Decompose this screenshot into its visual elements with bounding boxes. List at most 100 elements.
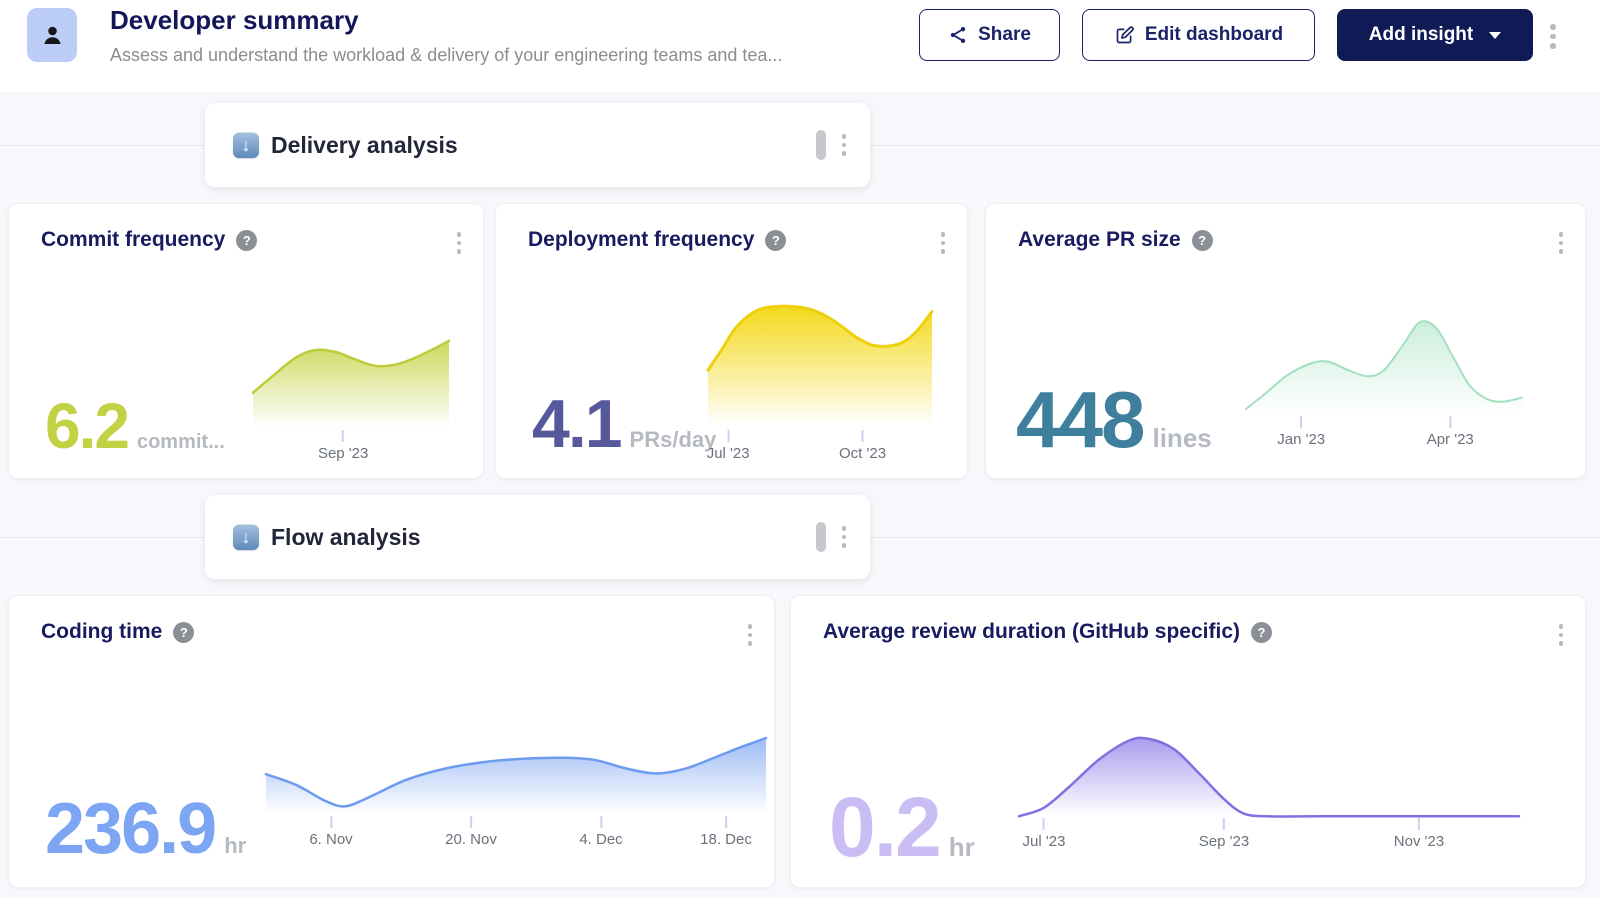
- metric-value: 236.9: [45, 793, 215, 865]
- tick-label: 4. Dec: [579, 831, 622, 848]
- card-more-options-icon[interactable]: [453, 228, 466, 258]
- share-label: Share: [978, 24, 1031, 46]
- section-title: Delivery analysis: [271, 132, 458, 159]
- sparkline-container[interactable]: Jan '23 Apr '23: [1246, 314, 1522, 448]
- card-title: Commit frequency: [41, 228, 225, 252]
- help-icon[interactable]: ?: [1192, 230, 1213, 251]
- tick-mark: [342, 430, 344, 442]
- help-icon[interactable]: ?: [236, 230, 257, 251]
- tick-mark: [330, 816, 332, 828]
- axis-tick: Oct '23: [839, 430, 886, 462]
- header-more-options-icon[interactable]: [1546, 20, 1560, 53]
- insight-card-average-pr-size: Average PR size ? 448 lines Jan '23 Apr '…: [985, 203, 1586, 479]
- down-arrow-emoji-icon: ↓: [233, 524, 259, 550]
- card-title: Average PR size: [1018, 228, 1181, 252]
- card-title: Deployment frequency: [528, 228, 754, 252]
- axis-ticks: Jul '23 Sep '23 Nov '23: [1019, 818, 1519, 850]
- tick-label: Jan '23: [1277, 431, 1325, 448]
- sparkline-container[interactable]: Jul '23 Sep '23 Nov '23: [1019, 732, 1519, 850]
- axis-ticks: Jul '23 Oct '23: [708, 430, 932, 462]
- edit-icon: [1114, 25, 1135, 46]
- card-title: Average review duration (GitHub specific…: [823, 620, 1240, 644]
- card-more-options-icon[interactable]: [744, 620, 757, 650]
- metric-value: 0.2: [829, 785, 940, 869]
- help-icon[interactable]: ?: [765, 230, 786, 251]
- sparkline-container[interactable]: 6. Nov 20. Nov 4. Dec 18. Dec: [266, 734, 766, 848]
- tick-label: Nov '23: [1394, 833, 1444, 850]
- tick-mark: [600, 816, 602, 828]
- metric-unit: hr: [949, 832, 975, 863]
- drag-handle[interactable]: [816, 522, 826, 552]
- section-more-options-icon[interactable]: [838, 522, 851, 552]
- page-title: Developer summary: [110, 5, 359, 36]
- metric-unit: lines: [1152, 423, 1211, 454]
- chevron-down-icon: [1489, 32, 1501, 39]
- share-button[interactable]: Share: [919, 9, 1060, 61]
- sparkline-chart[interactable]: [253, 337, 449, 430]
- axis-ticks: Jan '23 Apr '23: [1246, 416, 1522, 448]
- add-insight-label: Add insight: [1369, 24, 1473, 46]
- avatar: [27, 8, 77, 62]
- tick-label: Apr '23: [1427, 431, 1474, 448]
- metric-value: 4.1: [532, 390, 621, 458]
- axis-tick: Jan '23: [1277, 416, 1325, 448]
- tick-mark: [727, 430, 729, 442]
- tick-label: 18. Dec: [700, 831, 752, 848]
- sparkline-chart[interactable]: [1019, 732, 1519, 818]
- tick-mark: [725, 816, 727, 828]
- sparkline-chart[interactable]: [266, 734, 766, 816]
- help-icon[interactable]: ?: [1251, 622, 1272, 643]
- metric-value: 6.2: [45, 394, 128, 458]
- insight-card-coding-time: Coding time ? 236.9 hr 6. Nov 20. Nov 4. D…: [8, 595, 775, 888]
- metric-unit: PRs/day: [630, 427, 717, 453]
- page-subtitle: Assess and understand the workload & del…: [110, 45, 782, 66]
- person-icon: [39, 22, 66, 49]
- edit-dashboard-button[interactable]: Edit dashboard: [1082, 9, 1315, 61]
- axis-tick: 6. Nov: [309, 816, 352, 848]
- tick-mark: [1449, 416, 1451, 428]
- axis-tick: Jul '23: [1023, 818, 1066, 850]
- axis-tick: 20. Nov: [445, 816, 497, 848]
- sparkline-container[interactable]: Jul '23 Oct '23: [708, 297, 932, 462]
- sparkline-container[interactable]: Sep '23: [253, 337, 449, 462]
- tick-mark: [1300, 416, 1302, 428]
- tick-mark: [1418, 818, 1420, 830]
- axis-tick: Sep '23: [318, 430, 368, 462]
- axis-tick: Apr '23: [1427, 416, 1474, 448]
- axis-tick: Nov '23: [1394, 818, 1444, 850]
- metric-unit: commit...: [137, 431, 225, 454]
- down-arrow-emoji-icon: ↓: [233, 132, 259, 158]
- metric-value: 448: [1016, 380, 1143, 460]
- tick-label: Sep '23: [318, 445, 368, 462]
- tick-mark: [470, 816, 472, 828]
- axis-tick: Jul '23: [707, 430, 750, 462]
- edit-dashboard-label: Edit dashboard: [1145, 24, 1283, 46]
- tick-label: Sep '23: [1199, 833, 1249, 850]
- tick-mark: [1223, 818, 1225, 830]
- help-icon[interactable]: ?: [173, 622, 194, 643]
- tick-label: Jul '23: [707, 445, 750, 462]
- card-more-options-icon[interactable]: [937, 228, 950, 258]
- drag-handle[interactable]: [816, 130, 826, 160]
- axis-tick: 4. Dec: [579, 816, 622, 848]
- metric-unit: hr: [224, 833, 246, 859]
- header: Developer summary Assess and understand …: [0, 0, 1600, 92]
- insight-card-commit-frequency: Commit frequency ? 6.2 commit... Sep '23: [8, 203, 484, 479]
- tick-label: Jul '23: [1023, 833, 1066, 850]
- insight-card-average-review-duration: Average review duration (GitHub specific…: [790, 595, 1586, 888]
- tick-label: 6. Nov: [309, 831, 352, 848]
- card-more-options-icon[interactable]: [1555, 620, 1568, 650]
- sparkline-chart[interactable]: [708, 297, 932, 430]
- tick-label: 20. Nov: [445, 831, 497, 848]
- section-header-flow-analysis: ↓ Flow analysis: [205, 495, 870, 579]
- axis-tick: Sep '23: [1199, 818, 1249, 850]
- sparkline-chart[interactable]: [1246, 314, 1522, 416]
- axis-ticks: Sep '23: [253, 430, 449, 462]
- section-more-options-icon[interactable]: [838, 130, 851, 160]
- card-more-options-icon[interactable]: [1555, 228, 1568, 258]
- axis-ticks: 6. Nov 20. Nov 4. Dec 18. Dec: [266, 816, 766, 848]
- card-title: Coding time: [41, 620, 162, 644]
- section-header-delivery-analysis: ↓ Delivery analysis: [205, 103, 870, 187]
- tick-mark: [1043, 818, 1045, 830]
- add-insight-button[interactable]: Add insight: [1337, 9, 1533, 61]
